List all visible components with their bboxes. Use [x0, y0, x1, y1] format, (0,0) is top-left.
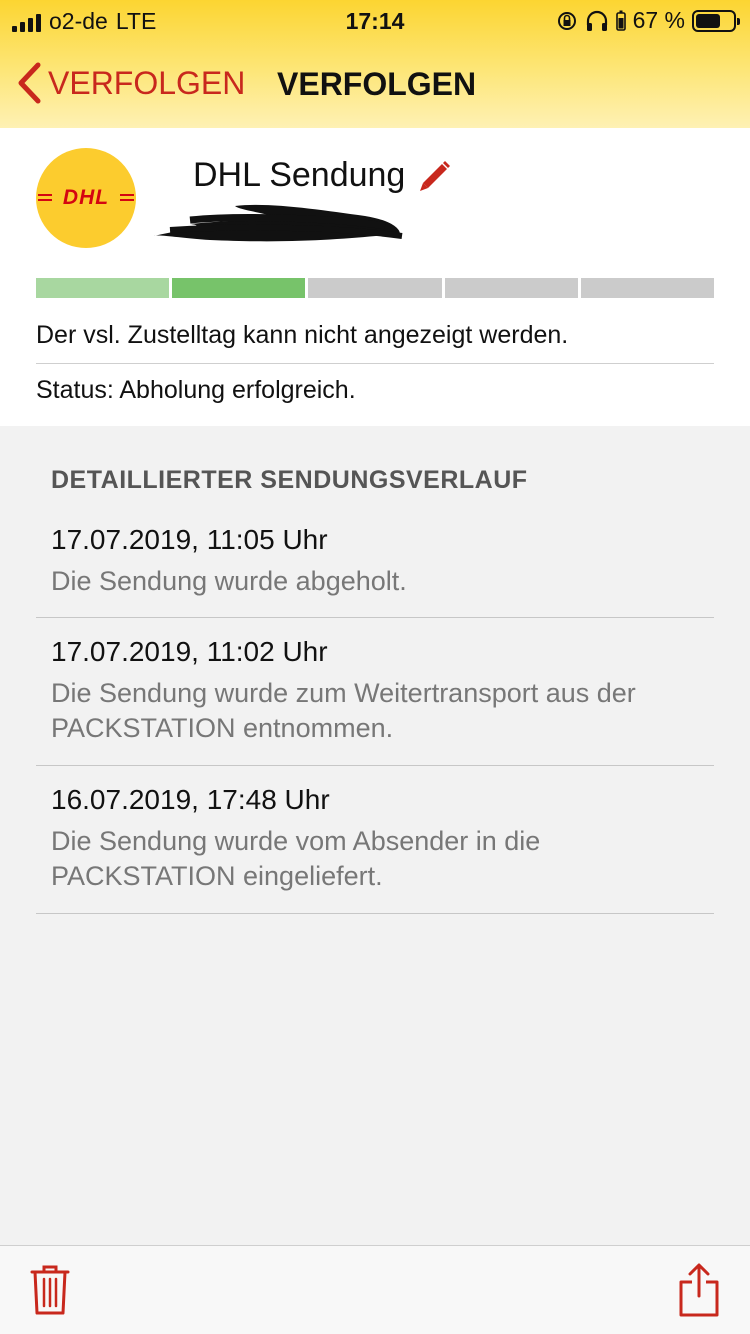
history-item-text: Die Sendung wurde zum Weitertransport au…: [51, 678, 636, 743]
dhl-logo: DHL: [36, 148, 136, 248]
progress-segment: [444, 278, 578, 298]
progress-segment: [580, 278, 715, 298]
history-item-date: 16.07.2019, 17:48 Uhr: [51, 784, 330, 815]
share-button[interactable]: [678, 1262, 720, 1323]
history-item-text: Die Sendung wurde vom Absender in die PA…: [51, 826, 541, 891]
status-right: 67 %: [556, 7, 740, 34]
header-area: o2-de LTE 17:14 67 % VERFOLGEN VERFOLGEN: [0, 0, 750, 128]
history-item-text: Die Sendung wurde abgeholt.: [51, 566, 407, 596]
history-heading: DETAILLIERTER SENDUNGSVERLAUF: [51, 466, 528, 494]
progress-segment: [172, 278, 306, 298]
delivery-day-text: Der vsl. Zustelltag kann nicht angezeigt…: [36, 318, 714, 364]
share-icon: [679, 1263, 719, 1317]
battery-icon: [692, 9, 740, 32]
history-item: 16.07.2019, 17:48 Uhr Die Sendung wurde …: [36, 784, 714, 914]
back-label: VERFOLGEN: [48, 64, 246, 101]
history-item: 17.07.2019, 11:05 Uhr Die Sendung wurde …: [36, 524, 714, 618]
orientation-lock-icon: [557, 11, 576, 30]
battery-percent: 67 %: [632, 7, 685, 33]
headphones-icon: [586, 10, 607, 31]
shipment-title: DHL Sendung: [193, 156, 453, 195]
battery-fill: [696, 13, 721, 28]
redacted-tracking-number: [154, 204, 403, 242]
shipment-title-text: DHL Sendung: [193, 156, 406, 194]
delete-button[interactable]: [30, 1264, 70, 1321]
shipment-card: DHL DHL Sendung Der vsl. Zustelltag kann…: [0, 128, 750, 426]
progress-segment: [36, 278, 170, 298]
page-title: VERFOLGEN: [277, 66, 477, 102]
progress-bar: [36, 278, 715, 298]
back-button[interactable]: VERFOLGEN: [16, 62, 245, 104]
history-item: 17.07.2019, 11:02 Uhr Die Sendung wurde …: [36, 636, 714, 766]
history-item-date: 17.07.2019, 11:02 Uhr: [51, 636, 328, 667]
history-item-date: 17.07.2019, 11:05 Uhr: [51, 524, 328, 555]
bottom-toolbar: [0, 1245, 750, 1334]
logo-stripes-icon: [38, 194, 134, 201]
chevron-left-icon: [18, 62, 41, 104]
progress-segment: [308, 278, 442, 298]
trash-icon: [30, 1265, 70, 1315]
navigation-bar: VERFOLGEN VERFOLGEN: [0, 50, 750, 118]
status-text: Status: Abholung erfolgreich.: [36, 376, 356, 404]
status-bar: o2-de LTE 17:14 67 %: [0, 0, 750, 40]
battery-small-icon: [615, 10, 626, 31]
pencil-icon[interactable]: [415, 157, 453, 195]
